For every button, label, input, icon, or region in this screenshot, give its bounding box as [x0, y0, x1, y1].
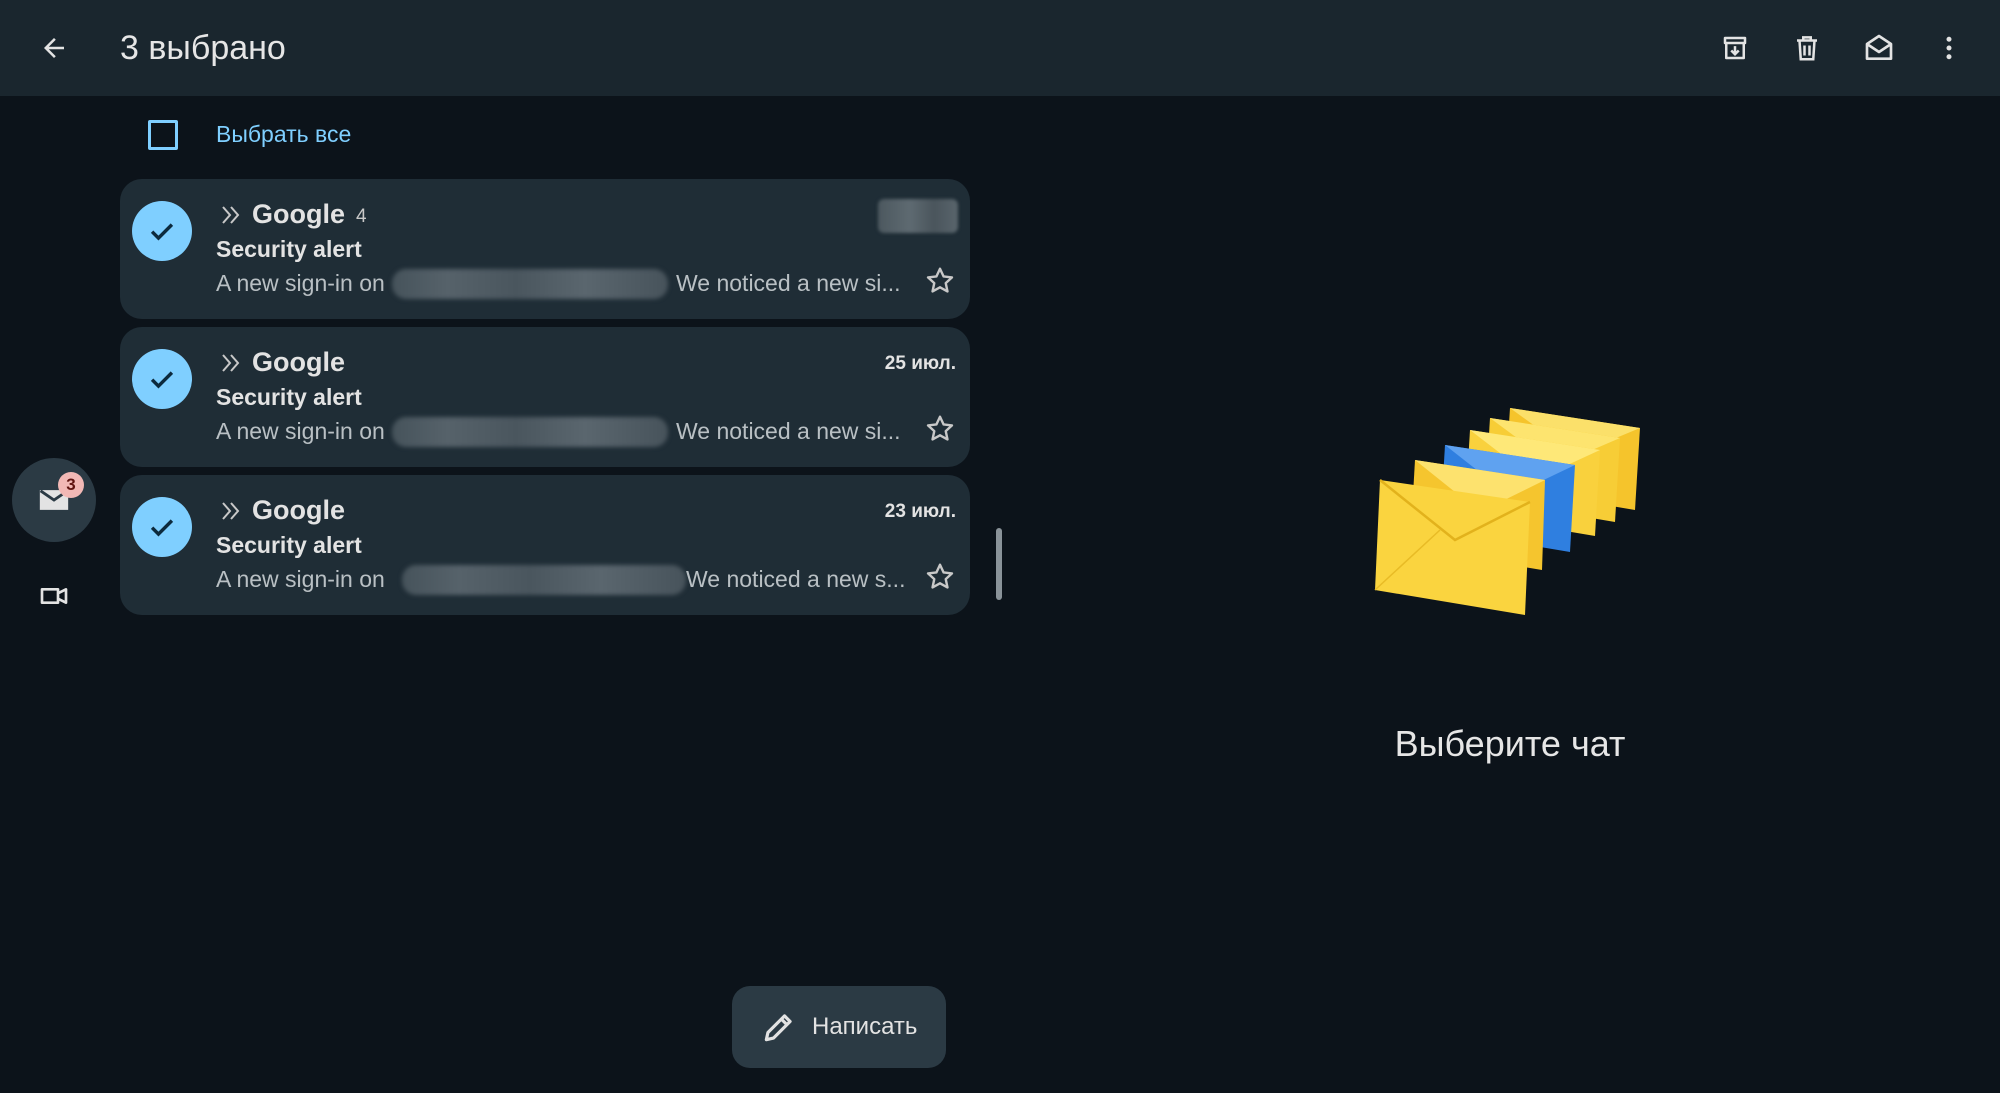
sender-name: Google [252, 347, 345, 377]
nav-meet-button[interactable] [28, 572, 80, 620]
check-icon [150, 371, 174, 389]
nav-mail-button[interactable] [12, 458, 96, 542]
double-chevron-icon [222, 206, 240, 224]
archive-icon [1723, 36, 1747, 60]
email-snippet: A new sign-in on We noticed a new si... [216, 415, 916, 447]
double-chevron-icon [222, 502, 240, 520]
selected-check[interactable] [132, 201, 192, 261]
redacted-email [402, 565, 686, 595]
selected-check[interactable] [132, 349, 192, 409]
star-outline-icon [926, 267, 954, 293]
snippet-suffix: We noticed a new si... [676, 418, 901, 444]
star-button[interactable] [922, 263, 958, 299]
snippet-suffix: We noticed a new s... [686, 566, 906, 592]
email-list-item[interactable]: Google 23 июл. Security alert A new sign… [120, 475, 970, 615]
importance-marker[interactable] [220, 201, 244, 229]
redacted-date [878, 199, 958, 233]
importance-marker[interactable] [220, 497, 244, 525]
email-subject: Security alert [216, 532, 362, 558]
snippet-prefix: A new sign-in on [216, 566, 385, 592]
redacted-email [392, 269, 668, 299]
more-vert-icon [1946, 36, 1952, 60]
back-button[interactable] [26, 24, 82, 72]
star-outline-icon [926, 563, 954, 589]
more-options-button[interactable] [1925, 24, 1973, 72]
mark-as-read-button[interactable] [1855, 24, 1903, 72]
email-subject: Security alert [216, 236, 362, 262]
snippet-prefix: A new sign-in on [216, 418, 385, 444]
star-button[interactable] [922, 559, 958, 595]
delete-button[interactable] [1783, 24, 1831, 72]
email-subject: Security alert [216, 384, 362, 410]
email-snippet: A new sign-in on We noticed a new si... [216, 267, 916, 299]
top-app-bar: 3 выбрано [0, 0, 2000, 96]
snippet-prefix: A new sign-in on [216, 270, 385, 296]
sender-name: Google [252, 495, 345, 525]
selection-count-title: 3 выбрано [120, 29, 286, 67]
email-snippet: A new sign-in on We noticed a new s... [216, 563, 916, 595]
snippet-suffix: We noticed a new si... [676, 270, 901, 296]
email-date: 23 июл. [884, 501, 956, 522]
redacted-email [392, 417, 668, 447]
compose-label[interactable]: Написать [812, 1012, 917, 1042]
double-chevron-icon [222, 354, 240, 372]
select-all-checkbox[interactable] [148, 120, 178, 150]
star-button[interactable] [922, 411, 958, 447]
check-icon [150, 223, 174, 241]
archive-button[interactable] [1711, 24, 1759, 72]
envelopes-illustration [1374, 408, 1640, 615]
select-all-label[interactable]: Выбрать все [216, 118, 351, 150]
email-list-item[interactable]: Google 25 июл. Security alert A new sign… [120, 327, 970, 467]
sender-name: Google [252, 199, 345, 229]
empty-state-text: Выберите чат [1394, 723, 1626, 764]
list-scrollbar[interactable] [996, 528, 1002, 600]
star-outline-icon [926, 415, 954, 441]
email-list-item[interactable]: Google 4 Security alert A new sign-in on… [120, 179, 970, 319]
envelope-front [1374, 479, 1531, 615]
pencil-icon [764, 1014, 792, 1042]
videocam-icon [40, 588, 68, 604]
trash-icon [1797, 36, 1817, 61]
unread-badge: 3 [58, 472, 84, 498]
mark-unread-icon [1865, 34, 1893, 60]
select-all-row[interactable]: Выбрать все [140, 110, 540, 158]
arrow-back-icon [44, 38, 64, 58]
selected-check[interactable] [132, 497, 192, 557]
check-icon [150, 519, 174, 537]
email-date: 25 июл. [884, 353, 956, 374]
importance-marker[interactable] [220, 349, 244, 377]
thread-count: 4 [356, 206, 367, 227]
compose-button[interactable]: Написать [732, 986, 946, 1068]
